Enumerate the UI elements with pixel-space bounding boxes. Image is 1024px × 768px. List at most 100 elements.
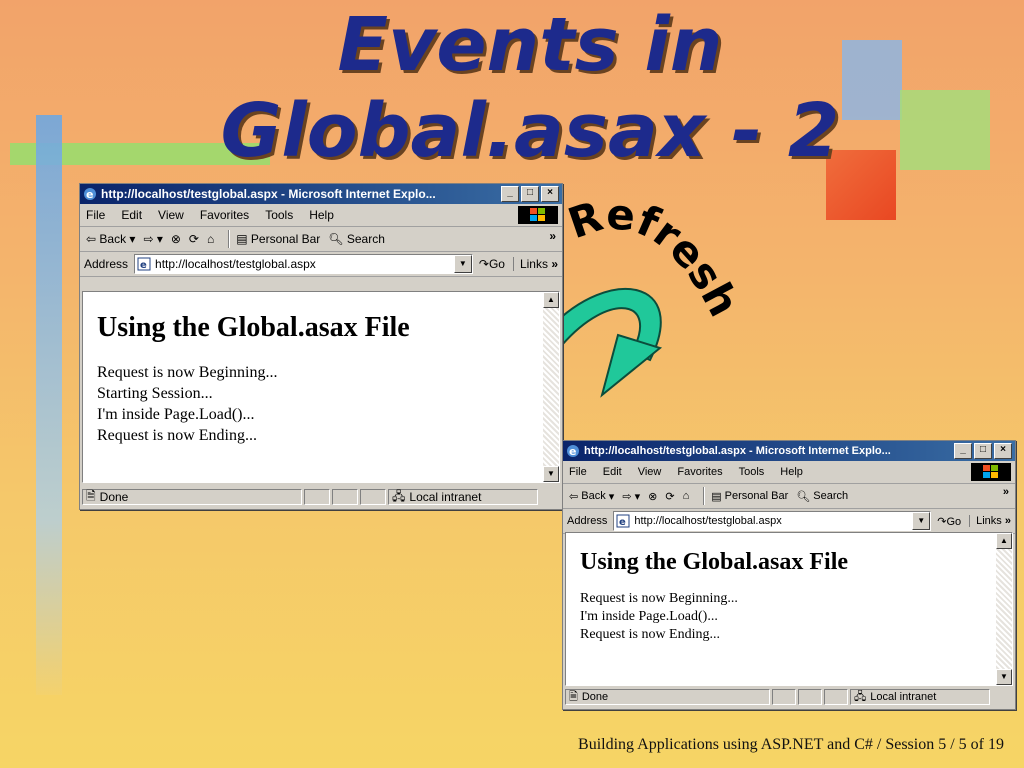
page-line: Request is now Beginning...	[97, 364, 278, 381]
status-pane	[360, 489, 386, 505]
address-dropdown-icon[interactable]: ▼	[453, 255, 472, 273]
home-button[interactable]: ⌂	[683, 490, 690, 502]
search-icon: 🔍︎	[328, 232, 347, 246]
personal-bar-icon: ▤	[236, 232, 251, 246]
window-2-statusbar: 🗎︎ Done 🖧︎ Local intranet	[565, 687, 1013, 707]
close-button[interactable]: ×	[994, 443, 1012, 459]
go-button[interactable]: ↷Go	[937, 515, 961, 528]
back-arrow-icon: ⇦	[86, 232, 100, 246]
slide-title: Events in Global.asax - 2	[150, 2, 910, 174]
back-button[interactable]: ⇦ Back ▾	[86, 232, 135, 246]
status-pane	[824, 689, 848, 705]
address-label: Address	[567, 515, 608, 527]
ie-icon: e	[567, 445, 579, 458]
scroll-up-icon[interactable]: ▲	[543, 292, 559, 308]
done-page-icon: 🗎︎	[86, 488, 96, 503]
decor-square-green	[900, 90, 990, 170]
menu-file[interactable]: File	[86, 208, 105, 222]
windows-logo-icon	[971, 463, 1011, 481]
page-heading: Using the Global.asax File	[97, 312, 410, 343]
slide-background: Events in Global.asax - 2 Refresh e http…	[0, 0, 1024, 768]
toolbar-separator	[228, 230, 231, 248]
menu-view[interactable]: View	[158, 208, 184, 222]
scroll-up-icon[interactable]: ▲	[996, 533, 1012, 549]
menu-tools[interactable]: Tools	[739, 466, 765, 478]
go-icon: ↷	[478, 257, 489, 271]
browser-window-1: e http://localhost/testglobal.aspx - Mic…	[79, 183, 563, 510]
personal-bar-button[interactable]: ▤ Personal Bar	[236, 232, 320, 246]
links-button[interactable]: Links »	[512, 257, 558, 271]
minimize-button[interactable]: _	[501, 186, 519, 202]
window-1-title: http://localhost/testglobal.aspx - Micro…	[101, 187, 436, 201]
svg-text:e: e	[140, 260, 147, 271]
address-input[interactable]: e http://localhost/testglobal.aspx ▼	[613, 511, 932, 531]
window-2-content: Using the Global.asax File Request is no…	[565, 532, 1013, 686]
scroll-down-icon[interactable]: ▼	[996, 669, 1012, 685]
menu-help[interactable]: Help	[309, 208, 334, 222]
menu-favorites[interactable]: Favorites	[677, 466, 722, 478]
close-button[interactable]: ×	[541, 186, 559, 202]
svg-text:e: e	[86, 188, 93, 201]
search-icon: 🔍︎	[796, 490, 814, 503]
menu-edit[interactable]: Edit	[603, 466, 622, 478]
window-1-toolbar: ⇦ Back ▾ ⇨ ▾ ⊗ ⟳ ⌂ ▤ Personal Bar 🔍︎ Sea…	[80, 227, 562, 252]
minimize-button[interactable]: _	[954, 443, 972, 459]
stop-button[interactable]: ⊗	[171, 232, 181, 246]
personal-bar-icon: ▤	[711, 490, 725, 503]
toolbar-more-icon[interactable]: »	[549, 229, 556, 243]
scroll-down-icon[interactable]: ▼	[543, 466, 559, 482]
status-zone: 🖧︎ Local intranet	[388, 489, 538, 505]
menu-help[interactable]: Help	[780, 466, 803, 478]
page-icon: e	[137, 257, 151, 271]
personal-bar-button[interactable]: ▤ Personal Bar	[711, 490, 788, 503]
back-arrow-icon: ⇦	[569, 490, 582, 503]
links-button[interactable]: Links »	[969, 515, 1011, 527]
status-pane	[332, 489, 358, 505]
vertical-scrollbar[interactable]: ▲ ▼	[543, 292, 559, 482]
address-value: http://localhost/testglobal.aspx	[634, 515, 782, 527]
window-1-content: Using the Global.asax File Request is no…	[82, 291, 560, 483]
stop-button[interactable]: ⊗	[648, 490, 657, 503]
intranet-icon: 🖧︎	[392, 488, 406, 503]
stop-icon: ⊗	[170, 232, 181, 246]
windows-logo-icon	[518, 206, 558, 224]
menu-favorites[interactable]: Favorites	[200, 208, 249, 222]
window-1-addressbar: Address e http://localhost/testglobal.as…	[80, 252, 562, 277]
page-line: Request is now Ending...	[97, 427, 257, 444]
vertical-scrollbar[interactable]: ▲ ▼	[996, 533, 1012, 685]
forward-arrow-icon: ⇨	[143, 232, 154, 246]
address-dropdown-icon[interactable]: ▼	[912, 512, 931, 530]
menu-view[interactable]: View	[638, 466, 662, 478]
slide-title-line2: Global.asax - 2	[220, 88, 840, 174]
back-button[interactable]: ⇦ Back ▾	[569, 490, 614, 503]
page-line: Request is now Ending...	[580, 627, 720, 642]
refresh-icon: ⟳	[665, 490, 675, 503]
refresh-button[interactable]: ⟳	[189, 232, 199, 246]
search-button[interactable]: 🔍︎ Search	[328, 232, 385, 246]
page-line: I'm inside Page.Load()...	[97, 406, 255, 423]
menu-file[interactable]: File	[569, 466, 587, 478]
maximize-button[interactable]: □	[521, 186, 539, 202]
page-heading: Using the Global.asax File	[580, 549, 849, 575]
window-2-titlebar[interactable]: e http://localhost/testglobal.aspx - Mic…	[563, 441, 1015, 461]
status-zone: 🖧︎ Local intranet	[850, 689, 990, 705]
forward-button[interactable]: ⇨ ▾	[143, 232, 162, 246]
home-button[interactable]: ⌂	[207, 232, 214, 246]
menu-tools[interactable]: Tools	[265, 208, 293, 222]
window-1-titlebar[interactable]: e http://localhost/testglobal.aspx - Mic…	[80, 184, 562, 204]
maximize-button[interactable]: □	[974, 443, 992, 459]
address-input[interactable]: e http://localhost/testglobal.aspx ▼	[134, 254, 473, 274]
svg-text:e: e	[619, 517, 626, 528]
done-page-icon: 🗎︎	[569, 690, 578, 703]
address-label: Address	[84, 257, 129, 271]
forward-button[interactable]: ⇨ ▾	[622, 490, 640, 503]
status-pane	[304, 489, 330, 505]
home-icon: ⌂	[206, 232, 215, 246]
refresh-button[interactable]: ⟳	[665, 490, 674, 503]
window-1-menubar: File Edit View Favorites Tools Help	[80, 204, 562, 227]
status-text: 🗎︎ Done	[565, 689, 770, 705]
toolbar-more-icon[interactable]: »	[1003, 486, 1009, 498]
go-button[interactable]: ↷Go	[479, 257, 505, 271]
menu-edit[interactable]: Edit	[121, 208, 142, 222]
search-button[interactable]: 🔍︎ Search	[796, 490, 848, 503]
